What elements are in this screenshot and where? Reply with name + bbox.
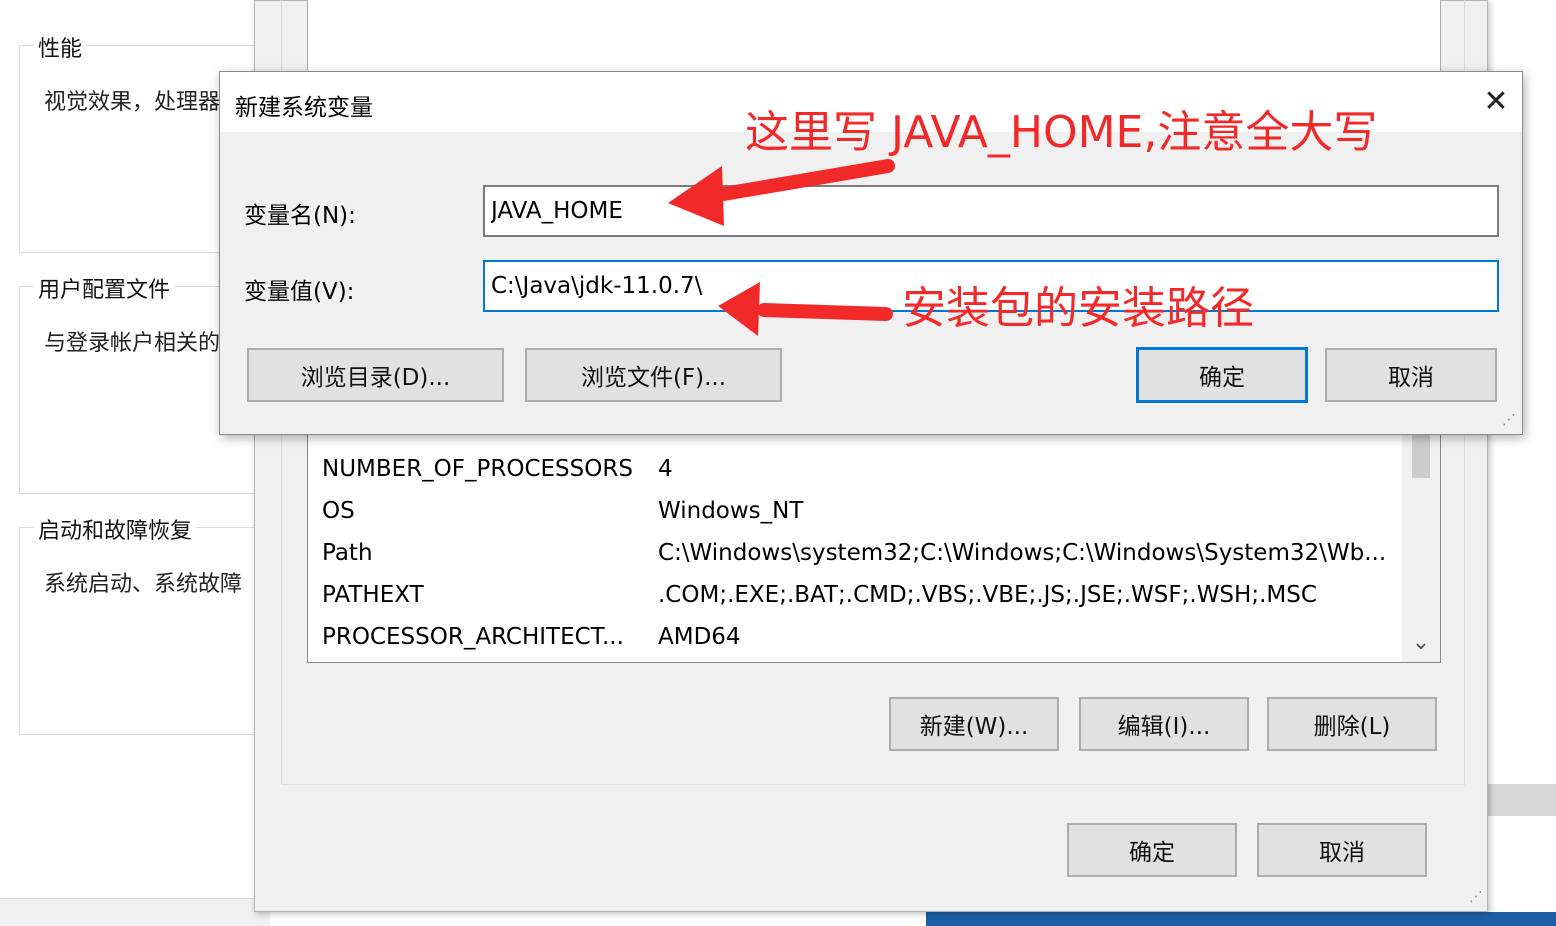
- annotation-value-hint: 安装包的安装路径: [902, 283, 1254, 334]
- user-profiles-group-title: 用户配置文件: [34, 272, 175, 304]
- performance-group-title: 性能: [34, 31, 87, 63]
- chevron-down-icon[interactable]: ⌄: [1402, 628, 1440, 658]
- variable-value: Windows_NT: [658, 498, 804, 524]
- ok-button[interactable]: 确定: [1067, 823, 1237, 877]
- annotation-name-hint: 这里写 JAVA_HOME,注意全大写: [745, 107, 1378, 158]
- browse-directory-button[interactable]: 浏览目录(D)...: [247, 348, 504, 402]
- browse-file-button[interactable]: 浏览文件(F)...: [525, 348, 782, 402]
- variable-value: 4: [658, 456, 673, 482]
- variable-name-label: 变量名(N):: [244, 203, 356, 229]
- table-row[interactable]: OS Windows_NT: [308, 490, 1398, 532]
- new-variable-button[interactable]: 新建(W)...: [889, 697, 1059, 751]
- variable-value: AMD64: [658, 624, 741, 650]
- startup-recovery-group-desc: 系统启动、系统故障: [44, 572, 243, 597]
- delete-variable-button[interactable]: 删除(L): [1267, 697, 1437, 751]
- dialog-title: 新建系统变量: [235, 95, 373, 121]
- table-row[interactable]: NUMBER_OF_PROCESSORS 4: [308, 448, 1398, 490]
- dialog-ok-button[interactable]: 确定: [1136, 347, 1308, 403]
- variable-value: C:\Windows\system32;C:\Windows;C:\Window…: [658, 540, 1387, 566]
- taskbar-strip: [926, 912, 1556, 926]
- table-row[interactable]: Path C:\Windows\system32;C:\Windows;C:\W…: [308, 532, 1398, 574]
- background-window-strip: [1488, 784, 1556, 816]
- dialog-cancel-button[interactable]: 取消: [1325, 348, 1497, 402]
- variable-value-label: 变量值(V):: [244, 279, 355, 305]
- startup-recovery-group-title: 启动和故障恢复: [34, 513, 197, 545]
- variable-name: PATHEXT: [322, 582, 424, 608]
- resize-grip-icon[interactable]: ⋰: [1502, 412, 1516, 428]
- variable-name: NUMBER_OF_PROCESSORS: [322, 456, 633, 482]
- variable-value: .COM;.EXE;.BAT;.CMD;.VBS;.VBE;.JS;.JSE;.…: [658, 582, 1317, 608]
- user-variables-list[interactable]: [307, 0, 1441, 73]
- variable-name: PROCESSOR_ARCHITECT...: [322, 624, 624, 650]
- table-row[interactable]: PATHEXT .COM;.EXE;.BAT;.CMD;.VBS;.VBE;.J…: [308, 574, 1398, 616]
- variable-name: OS: [322, 498, 355, 524]
- table-row[interactable]: PROCESSOR_ARCHITECT... AMD64: [308, 616, 1398, 658]
- resize-grip-icon[interactable]: ⋰: [1469, 889, 1483, 905]
- cancel-button[interactable]: 取消: [1257, 823, 1427, 877]
- system-variables-list[interactable]: NUMBER_OF_PROCESSORS 4 OS Windows_NT Pat…: [307, 421, 1441, 663]
- bg-button-strip: [0, 898, 270, 926]
- startup-recovery-group: 启动和故障恢复 系统启动、系统故障: [19, 513, 279, 735]
- vertical-scrollbar[interactable]: ⌄: [1402, 422, 1440, 662]
- close-icon[interactable]: ✕: [1474, 80, 1518, 124]
- variable-name: Path: [322, 540, 373, 566]
- variable-name-input[interactable]: [483, 185, 1499, 237]
- edit-variable-button[interactable]: 编辑(I)...: [1079, 697, 1249, 751]
